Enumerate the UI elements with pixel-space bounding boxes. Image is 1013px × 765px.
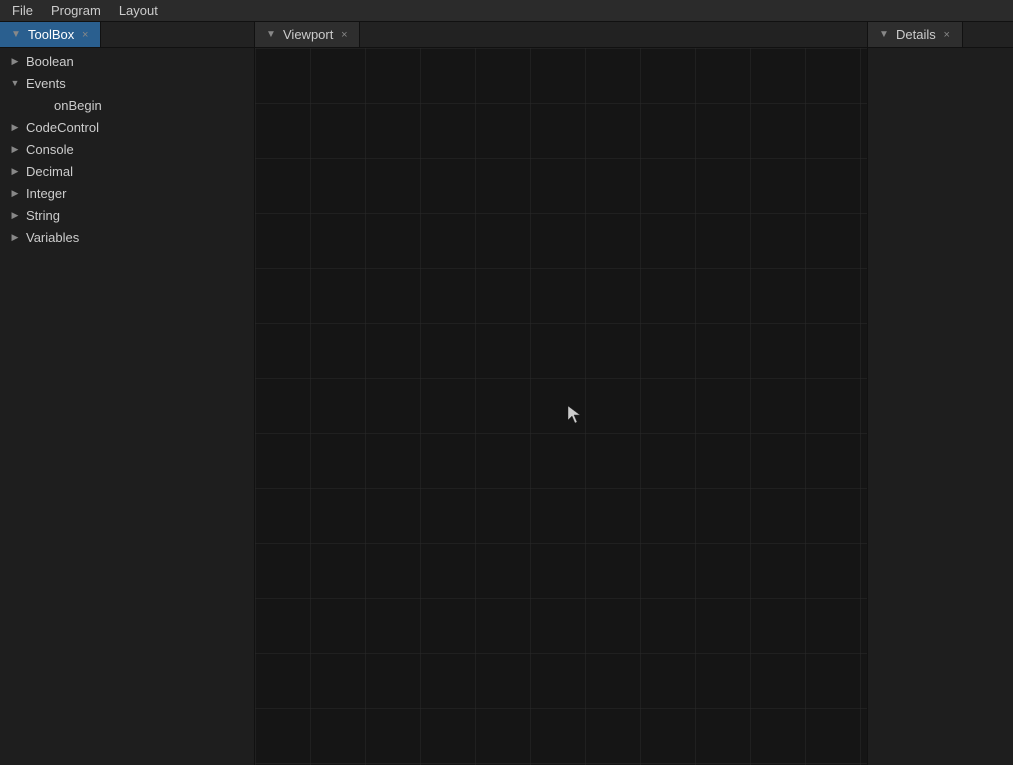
details-content bbox=[868, 48, 1013, 765]
tree-label-events: Events bbox=[26, 76, 66, 91]
tree-arrow-integer: ▶ bbox=[8, 186, 22, 200]
menu-program[interactable]: Program bbox=[43, 1, 109, 20]
viewport-canvas[interactable] bbox=[255, 48, 867, 765]
main-layout: ▼ ToolBox × ▶ Boolean ▼ Events ▶ onBegin bbox=[0, 22, 1013, 765]
tree-item-decimal[interactable]: ▶ Decimal bbox=[0, 160, 254, 182]
tree-arrow-decimal: ▶ bbox=[8, 164, 22, 178]
toolbox-panel: ▼ ToolBox × ▶ Boolean ▼ Events ▶ onBegin bbox=[0, 22, 255, 765]
viewport-panel: ▼ Viewport × bbox=[255, 22, 868, 765]
tree-label-decimal: Decimal bbox=[26, 164, 73, 179]
menu-file[interactable]: File bbox=[4, 1, 41, 20]
tree-arrow-variables: ▶ bbox=[8, 230, 22, 244]
tree-label-variables: Variables bbox=[26, 230, 79, 245]
viewport-tab[interactable]: ▼ Viewport × bbox=[255, 22, 360, 47]
tree-arrow-boolean: ▶ bbox=[8, 54, 22, 68]
tree-arrow-events: ▼ bbox=[8, 76, 22, 90]
details-close-button[interactable]: × bbox=[940, 28, 954, 42]
tree-item-integer[interactable]: ▶ Integer bbox=[0, 182, 254, 204]
viewport-grid bbox=[255, 48, 867, 765]
toolbox-tab-label: ToolBox bbox=[28, 27, 74, 42]
toolbox-tab[interactable]: ▼ ToolBox × bbox=[0, 22, 101, 47]
tree-item-string[interactable]: ▶ String bbox=[0, 204, 254, 226]
menu-layout[interactable]: Layout bbox=[111, 1, 166, 20]
viewport-tab-icon: ▼ bbox=[263, 27, 279, 43]
tree-item-codecontrol[interactable]: ▶ CodeControl bbox=[0, 116, 254, 138]
toolbox-tree: ▶ Boolean ▼ Events ▶ onBegin ▶ CodeContr… bbox=[0, 48, 254, 765]
tree-item-variables[interactable]: ▶ Variables bbox=[0, 226, 254, 248]
toolbox-tab-bar: ▼ ToolBox × bbox=[0, 22, 254, 48]
toolbox-close-button[interactable]: × bbox=[78, 28, 92, 42]
viewport-close-button[interactable]: × bbox=[337, 28, 351, 42]
details-tab-bar: ▼ Details × bbox=[868, 22, 1013, 48]
viewport-tab-label: Viewport bbox=[283, 27, 333, 42]
tree-item-boolean[interactable]: ▶ Boolean bbox=[0, 50, 254, 72]
details-tab[interactable]: ▼ Details × bbox=[868, 22, 963, 47]
tree-item-console[interactable]: ▶ Console bbox=[0, 138, 254, 160]
tree-item-onbegin[interactable]: ▶ onBegin bbox=[0, 94, 254, 116]
tree-label-onbegin: onBegin bbox=[54, 98, 102, 113]
tree-label-codecontrol: CodeControl bbox=[26, 120, 99, 135]
toolbox-tab-icon: ▼ bbox=[8, 27, 24, 43]
details-panel: ▼ Details × bbox=[868, 22, 1013, 765]
tree-arrow-codecontrol: ▶ bbox=[8, 120, 22, 134]
tree-arrow-console: ▶ bbox=[8, 142, 22, 156]
tree-label-integer: Integer bbox=[26, 186, 66, 201]
viewport-tab-bar: ▼ Viewport × bbox=[255, 22, 867, 48]
details-tab-icon: ▼ bbox=[876, 27, 892, 43]
tree-label-console: Console bbox=[26, 142, 74, 157]
tree-label-boolean: Boolean bbox=[26, 54, 74, 69]
details-tab-label: Details bbox=[896, 27, 936, 42]
menu-bar: File Program Layout bbox=[0, 0, 1013, 22]
tree-arrow-string: ▶ bbox=[8, 208, 22, 222]
tree-label-string: String bbox=[26, 208, 60, 223]
tree-item-events[interactable]: ▼ Events bbox=[0, 72, 254, 94]
